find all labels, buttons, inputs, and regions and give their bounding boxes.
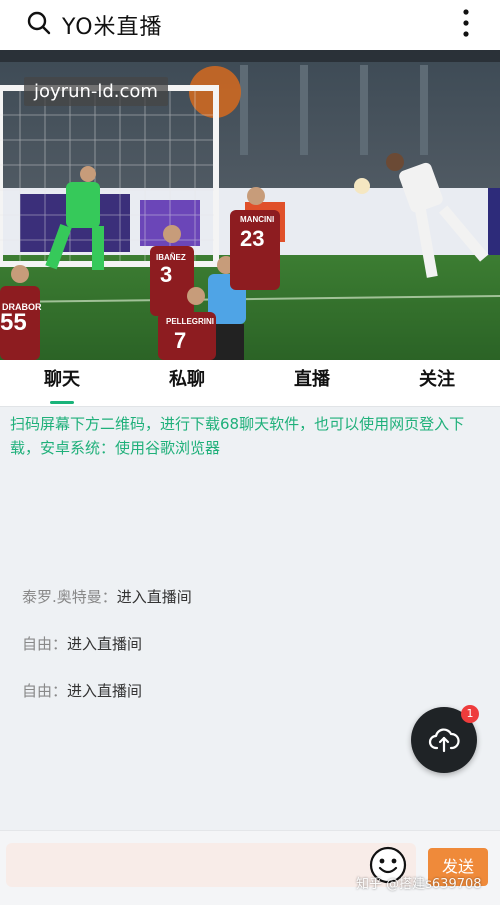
active-tab-indicator: [50, 401, 74, 404]
tab-label: 聊天: [44, 369, 80, 390]
footer-watermark: 知乎 @搭建s639708: [356, 877, 482, 892]
player-number-label: 7: [174, 328, 186, 353]
message-input[interactable]: [6, 843, 416, 887]
app-header: YO米直播: [0, 0, 500, 50]
app-title: YO米直播: [62, 15, 163, 40]
chat-message: 泰罗.奥特曼：进入直播间: [22, 586, 192, 607]
chat-username[interactable]: 自由：: [22, 635, 67, 653]
chat-username[interactable]: 自由：: [22, 682, 67, 700]
tab-label: 私聊: [169, 369, 205, 390]
player-number-label: 23: [240, 226, 264, 251]
upload-fab-button[interactable]: 1: [411, 705, 479, 773]
chat-text: 进入直播间: [67, 682, 143, 700]
player-number-label: 3: [160, 262, 172, 287]
tab-live[interactable]: 直播: [267, 360, 357, 406]
chat-message: 自由：进入直播间: [22, 680, 142, 701]
player-name-label: IBAÑEZ: [156, 253, 186, 262]
chat-message: 自由：进入直播间: [22, 633, 142, 654]
chat-text: 进入直播间: [67, 635, 143, 653]
player-name-label: PELLEGRINI: [166, 317, 214, 326]
chat-text: 进入直播间: [116, 588, 192, 606]
message-composer: 发送 知乎 @搭建s639708: [0, 830, 500, 905]
player-name-label: MANCINI: [240, 215, 274, 224]
tab-private-chat[interactable]: 私聊: [142, 360, 232, 406]
cloud-upload-icon: [428, 728, 460, 753]
notification-badge: 1: [461, 705, 479, 723]
tab-chat[interactable]: 聊天: [17, 360, 107, 406]
video-watermark: joyrun-ld.com: [24, 77, 168, 106]
player-number-label: 55: [0, 309, 27, 336]
search-icon[interactable]: [26, 10, 52, 36]
tab-label: 关注: [419, 369, 455, 390]
tab-label: 直播: [294, 369, 330, 390]
more-menu-icon[interactable]: [462, 8, 470, 38]
download-notice: 扫码屏幕下方二维码，进行下载68聊天软件，也可以使用网页登入下载，安卓系统：使用…: [10, 415, 465, 457]
tab-follow[interactable]: 关注: [392, 360, 482, 406]
tab-bar: 聊天 私聊 直播 关注: [0, 360, 500, 407]
live-video[interactable]: DRABOR 55 IBAÑEZ 3 MANCINI 23 PELLEGRINI…: [0, 50, 500, 360]
chat-username[interactable]: 泰罗.奥特曼：: [22, 588, 117, 606]
